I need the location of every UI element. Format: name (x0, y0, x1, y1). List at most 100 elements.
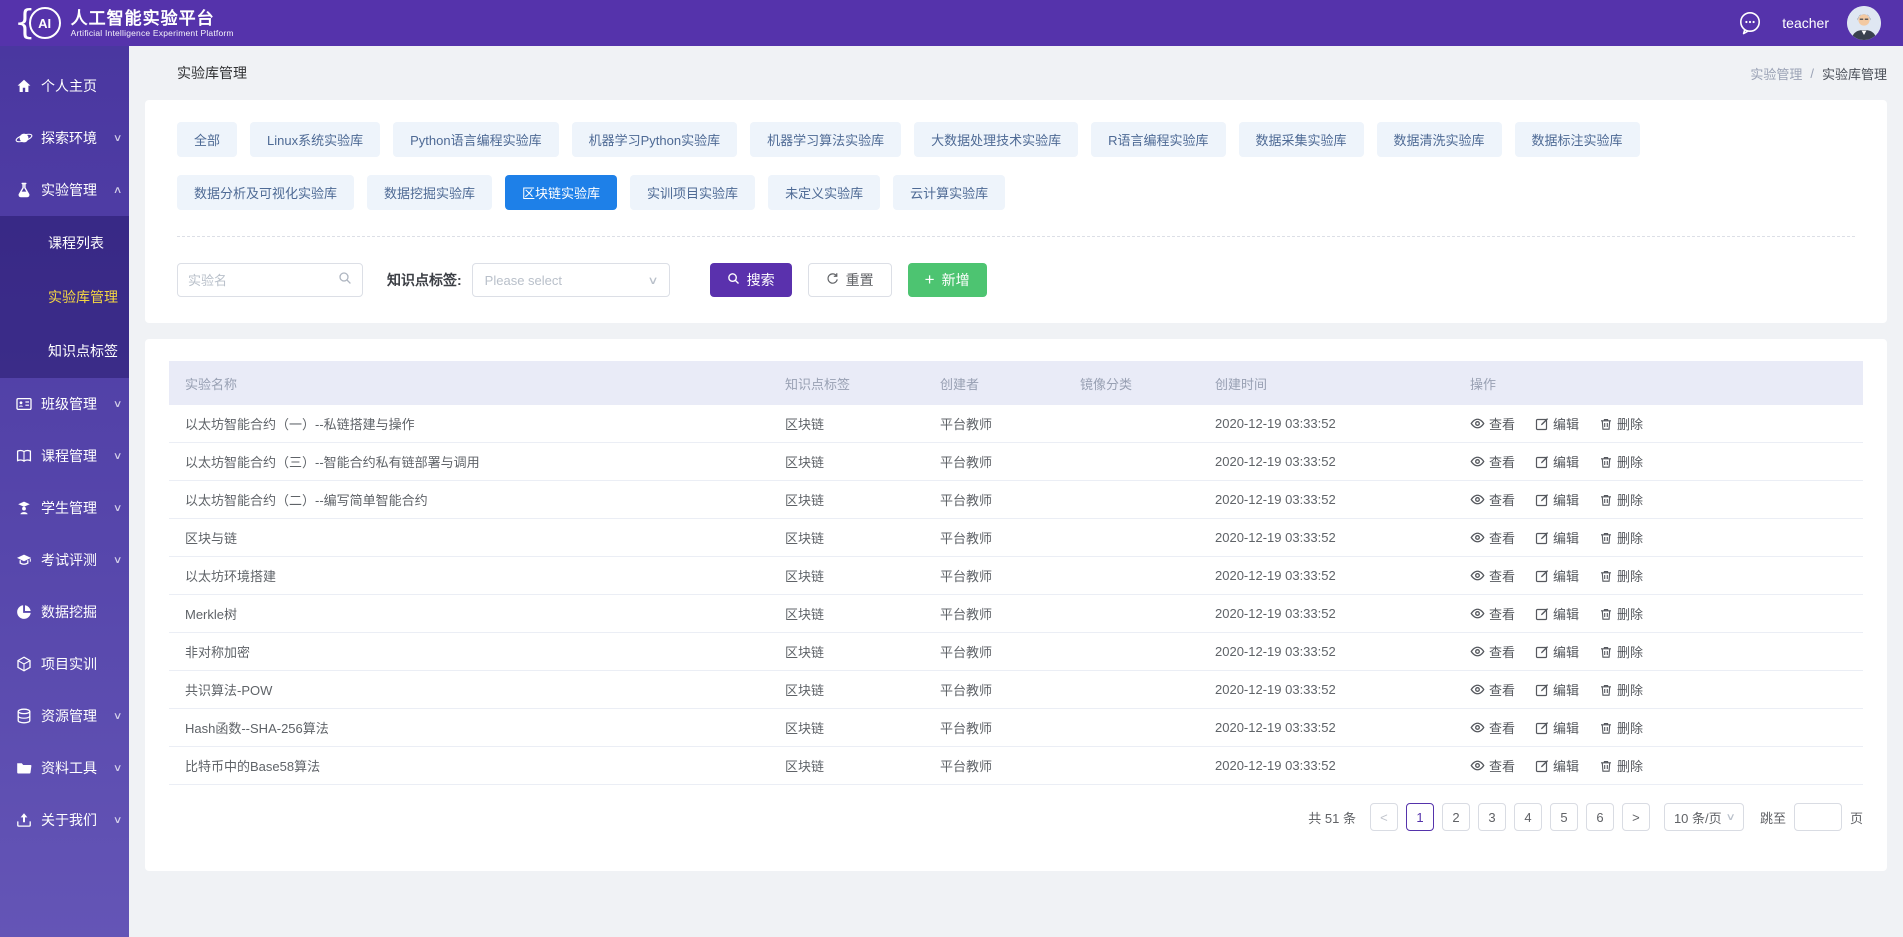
database-icon (15, 707, 33, 725)
sidebar-item-explore-env[interactable]: 探索环境 ∨ (0, 112, 129, 164)
created-time-cell: 2020-12-19 03:33:52 (1199, 644, 1454, 659)
experiment-name-cell: Merkle树 (169, 604, 769, 623)
sidebar-item-personal-home[interactable]: 个人主页 (0, 60, 129, 112)
pagination-page-2[interactable]: 2 (1442, 803, 1470, 831)
view-button[interactable]: 查看 (1470, 604, 1515, 623)
filter-tag[interactable]: 数据采集实验库 (1239, 122, 1364, 157)
knowledge-tag-select[interactable]: Please select ∨ (472, 263, 670, 297)
delete-button[interactable]: 删除 (1599, 680, 1643, 699)
created-time-cell: 2020-12-19 03:33:52 (1199, 758, 1454, 773)
delete-button[interactable]: 删除 (1599, 718, 1643, 737)
filter-tag[interactable]: 机器学习算法实验库 (750, 122, 901, 157)
message-bubble-icon[interactable] (1736, 9, 1764, 37)
add-button[interactable]: + 新增 (908, 263, 987, 297)
delete-button[interactable]: 删除 (1599, 642, 1643, 661)
edit-button[interactable]: 编辑 (1535, 528, 1579, 547)
submenu-item-experiment-library[interactable]: 实验库管理 (0, 270, 129, 324)
search-button[interactable]: 搜索 (710, 263, 792, 297)
filter-tag[interactable]: 大数据处理技术实验库 (914, 122, 1078, 157)
filter-tag[interactable]: 数据清洗实验库 (1377, 122, 1502, 157)
filter-tag[interactable]: 机器学习Python实验库 (572, 122, 737, 157)
filter-tag-all[interactable]: 全部 (177, 122, 237, 157)
view-label: 查看 (1489, 490, 1515, 509)
view-button[interactable]: 查看 (1470, 490, 1515, 509)
app-title: 人工智能实验平台 (71, 9, 234, 28)
view-button[interactable]: 查看 (1470, 528, 1515, 547)
view-label: 查看 (1489, 642, 1515, 661)
sidebar-item-experiment-mgmt[interactable]: 实验管理 ∧ (0, 164, 129, 216)
sidebar-item-about-us[interactable]: 关于我们 ∨ (0, 794, 129, 846)
actions-cell: 查看 编辑 删除 (1454, 490, 1863, 509)
edit-button[interactable]: 编辑 (1535, 642, 1579, 661)
sidebar-item-project-training[interactable]: 项目实训 (0, 638, 129, 690)
pagination-next-button[interactable]: > (1622, 803, 1650, 831)
jump-to-page-input[interactable] (1794, 803, 1842, 831)
delete-button[interactable]: 删除 (1599, 566, 1643, 585)
edit-button[interactable]: 编辑 (1535, 680, 1579, 699)
actions-cell: 查看 编辑 删除 (1454, 452, 1863, 471)
view-button[interactable]: 查看 (1470, 414, 1515, 433)
edit-button[interactable]: 编辑 (1535, 604, 1579, 623)
edit-button[interactable]: 编辑 (1535, 414, 1579, 433)
delete-button[interactable]: 删除 (1599, 414, 1643, 433)
knowledge-tag-cell: 区块链 (769, 642, 924, 661)
view-button[interactable]: 查看 (1470, 756, 1515, 775)
filter-tag[interactable]: 数据挖掘实验库 (367, 175, 492, 210)
filter-tag[interactable]: Python语言编程实验库 (393, 122, 558, 157)
pagination-page-3[interactable]: 3 (1478, 803, 1506, 831)
sidebar-item-course-mgmt[interactable]: 课程管理 ∨ (0, 430, 129, 482)
delete-button[interactable]: 删除 (1599, 604, 1643, 623)
filter-tag[interactable]: 数据分析及可视化实验库 (177, 175, 354, 210)
sidebar-item-resource-mgmt[interactable]: 资源管理 ∨ (0, 690, 129, 742)
knowledge-tag-cell: 区块链 (769, 566, 924, 585)
planet-icon (15, 129, 33, 147)
view-button[interactable]: 查看 (1470, 642, 1515, 661)
edit-button[interactable]: 编辑 (1535, 718, 1579, 737)
sidebar-item-exam-eval[interactable]: 考试评测 ∨ (0, 534, 129, 586)
experiment-name-input[interactable] (188, 273, 338, 288)
sidebar-item-student-mgmt[interactable]: 学生管理 ∨ (0, 482, 129, 534)
submenu-item-course-list[interactable]: 课程列表 (0, 216, 129, 270)
pagination-prev-button[interactable]: < (1370, 803, 1398, 831)
table-row: 共识算法-POW 区块链 平台教师 2020-12-19 03:33:52 查看… (169, 671, 1863, 709)
filter-tag-active[interactable]: 区块链实验库 (505, 175, 617, 210)
delete-button[interactable]: 删除 (1599, 756, 1643, 775)
sidebar-item-data-mining[interactable]: 数据挖掘 (0, 586, 129, 638)
pagination-page-4[interactable]: 4 (1514, 803, 1542, 831)
filter-tag[interactable]: 数据标注实验库 (1515, 122, 1640, 157)
submenu-item-knowledge-tags[interactable]: 知识点标签 (0, 324, 129, 378)
pagination-page-5[interactable]: 5 (1550, 803, 1578, 831)
view-button[interactable]: 查看 (1470, 566, 1515, 585)
edit-button[interactable]: 编辑 (1535, 452, 1579, 471)
page-size-select[interactable]: 10 条/页 ∨ (1664, 803, 1744, 831)
edit-button[interactable]: 编辑 (1535, 756, 1579, 775)
table-row: 比特币中的Base58算法 区块链 平台教师 2020-12-19 03:33:… (169, 747, 1863, 785)
delete-label: 删除 (1617, 718, 1643, 737)
delete-button[interactable]: 删除 (1599, 490, 1643, 509)
delete-label: 删除 (1617, 414, 1643, 433)
pagination-page-6[interactable]: 6 (1586, 803, 1614, 831)
column-header: 实验名称 (169, 374, 769, 393)
knowledge-tag-cell: 区块链 (769, 756, 924, 775)
delete-button[interactable]: 删除 (1599, 452, 1643, 471)
filter-tag[interactable]: 云计算实验库 (893, 175, 1005, 210)
view-button[interactable]: 查看 (1470, 718, 1515, 737)
user-avatar[interactable] (1847, 6, 1881, 40)
filter-tag[interactable]: Linux系统实验库 (250, 122, 380, 157)
sidebar-item-material-tools[interactable]: 资料工具 ∨ (0, 742, 129, 794)
edit-button[interactable]: 编辑 (1535, 566, 1579, 585)
created-time-cell: 2020-12-19 03:33:52 (1199, 454, 1454, 469)
view-button[interactable]: 查看 (1470, 452, 1515, 471)
breadcrumb-parent[interactable]: 实验管理 (1750, 64, 1802, 83)
delete-button[interactable]: 删除 (1599, 528, 1643, 547)
filter-tag[interactable]: R语言编程实验库 (1091, 122, 1225, 157)
view-button[interactable]: 查看 (1470, 680, 1515, 699)
pagination-page-1[interactable]: 1 (1406, 803, 1434, 831)
chevron-down-icon: ∨ (113, 399, 123, 410)
filter-tag[interactable]: 未定义实验库 (768, 175, 880, 210)
filter-tag[interactable]: 实训项目实验库 (630, 175, 755, 210)
delete-label: 删除 (1617, 452, 1643, 471)
sidebar-item-class-mgmt[interactable]: 班级管理 ∨ (0, 378, 129, 430)
reset-button[interactable]: 重置 (808, 263, 892, 297)
edit-button[interactable]: 编辑 (1535, 490, 1579, 509)
